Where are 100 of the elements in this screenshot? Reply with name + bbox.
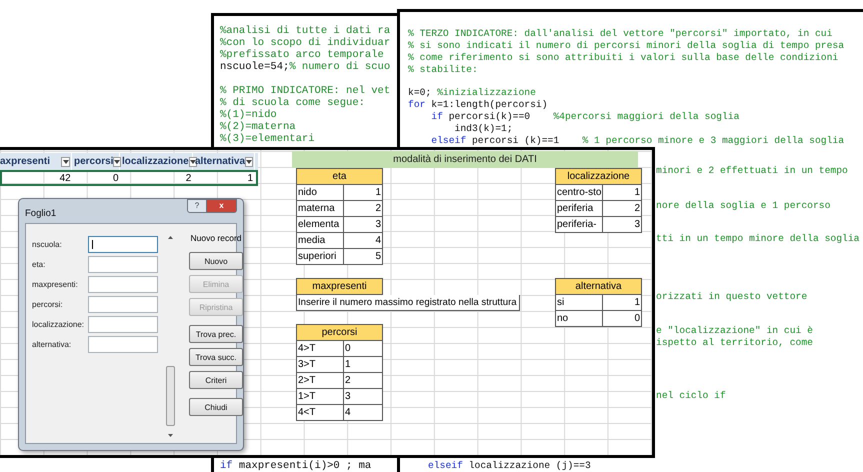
code-line: % come riferimento si sono attribuiti i valori sulla base delle condizioni xyxy=(408,52,840,64)
field-label: alternativa: xyxy=(32,339,72,351)
code-line: elseif localizzazione (j)==3 xyxy=(428,460,591,472)
code-line: %con lo scopo di individuar xyxy=(220,37,392,49)
table-cell: 4 xyxy=(344,233,383,249)
table-cell: 1 xyxy=(344,357,383,373)
table-cell: 3 xyxy=(603,217,642,233)
code-line: nel ciclo if xyxy=(656,390,726,402)
filter-dropdown-icon[interactable] xyxy=(61,156,70,166)
dialog-button[interactable]: Nuovo xyxy=(189,252,243,270)
code-line: %(3)=elementari xyxy=(220,133,316,145)
code-line: minori e 2 effettuati in un tempo xyxy=(656,165,848,177)
table-header: maxpresenti xyxy=(296,278,383,295)
code-line: nscuole=54;% numero di scuo xyxy=(220,61,392,73)
field-label: nscuola: xyxy=(32,239,63,251)
table-header: percorsi xyxy=(296,324,383,341)
table-cell: 2 xyxy=(344,201,383,217)
input-field[interactable] xyxy=(88,276,158,293)
table-cell: materna xyxy=(296,201,344,217)
table-cell: 1 xyxy=(344,185,383,201)
table-header: alternativa xyxy=(555,278,642,295)
code-line: % si sono indicati il numero di percorsi minori della soglia di tempo presa xyxy=(408,40,846,52)
code-line: if percorsi(k)==0 %4percorsi maggiori della soglia xyxy=(430,111,740,123)
table-cell: 2 xyxy=(344,373,383,389)
code-line: % TERZO INDICATORE: dall'analisi del vettore "percorsi" importato, in cui xyxy=(408,28,834,40)
table-cell: 1>T xyxy=(296,389,344,405)
table-cell: 2 xyxy=(603,201,642,217)
dialog-button[interactable]: Trova prec. xyxy=(189,325,243,343)
field-label: percorsi: xyxy=(32,299,64,311)
help-button[interactable]: ? xyxy=(187,199,207,213)
filter-dropdown-icon[interactable] xyxy=(113,156,122,166)
code-line: %analisi di tutte i dati ra xyxy=(220,25,392,37)
dialog-button[interactable]: Criteri xyxy=(189,371,243,389)
table-cell: Inserire il numero massimo registrato nella struttura xyxy=(296,295,520,311)
column-header: axpresenti xyxy=(0,156,50,167)
code-line: if maxpresenti(i)>0 ; ma xyxy=(220,460,372,472)
table-cell: 2>T xyxy=(296,373,344,389)
filter-dropdown-icon[interactable] xyxy=(245,156,254,166)
table-cell: elementa xyxy=(296,217,344,233)
table-cell: 3 xyxy=(344,217,383,233)
scroll-down-icon[interactable] xyxy=(168,434,173,437)
table-cell: 4 xyxy=(344,405,383,421)
record-status: Nuovo record xyxy=(190,233,242,243)
code-line: % stabilite: xyxy=(408,64,479,76)
table-cell: media xyxy=(296,233,344,249)
field-label: maxpresenti: xyxy=(32,279,79,291)
code-line: for k=1:length(percorsi) xyxy=(408,99,549,111)
code-line: elseif percorsi (k)==1 % 1 percorso minore e 3 maggiori della soglia xyxy=(430,135,846,147)
code-line: % di scuola come segue: xyxy=(220,97,366,109)
table-cell-text: 2 xyxy=(184,172,192,184)
filter-dropdown-icon[interactable] xyxy=(188,156,197,166)
table-cell: 0 xyxy=(603,311,642,327)
table-cell: 5 xyxy=(344,249,383,265)
table-cell: no xyxy=(555,311,603,327)
input-field[interactable] xyxy=(88,236,158,253)
table-cell: 1 xyxy=(603,185,642,201)
table-cell: periferia- xyxy=(555,217,603,233)
code-line: k=0; %inizializzazione xyxy=(408,87,537,99)
code-line: nore della soglia e 1 percorso xyxy=(656,200,830,212)
table-cell: 0 xyxy=(344,341,383,357)
code-line: % PRIMO INDICATORE: nel vet xyxy=(220,85,392,97)
close-button[interactable]: x xyxy=(207,199,237,213)
column-header: percorsi xyxy=(74,156,114,167)
table-cell: 4<T xyxy=(296,405,344,421)
table-cell: centro-sto xyxy=(555,185,603,201)
table-cell: superiori xyxy=(296,249,344,265)
scroll-up-icon[interactable] xyxy=(168,236,173,239)
table-cell-text: 42 xyxy=(58,172,72,184)
code-line: orizzati in questo vettore xyxy=(656,291,808,303)
input-field[interactable] xyxy=(88,316,158,333)
column-header: alternativa xyxy=(195,156,246,167)
table-row[interactable]: 42 0 2 1 xyxy=(0,170,258,186)
code-line: %prefissato arco temporale xyxy=(220,49,385,61)
table-cell: 1 xyxy=(603,295,642,311)
table-header: eta xyxy=(296,168,383,185)
column-header: localizzazione xyxy=(122,156,189,167)
code-line: ispetto al territorio, come xyxy=(656,337,813,349)
code-line: ind3(k)=1; xyxy=(454,123,514,135)
dialog-button[interactable]: Trova succ. xyxy=(189,348,243,366)
table-cell: 4>T xyxy=(296,341,344,357)
field-label: eta: xyxy=(32,259,46,271)
input-field[interactable] xyxy=(88,296,158,313)
table-cell: nido xyxy=(296,185,344,201)
code-line: %(2)=materna xyxy=(220,121,297,133)
field-label: localizzazione: xyxy=(32,319,86,331)
input-field[interactable] xyxy=(88,256,158,273)
table-cell: 3 xyxy=(344,389,383,405)
table-cell: periferia xyxy=(555,201,603,217)
table-cell-text: 0 xyxy=(112,172,120,184)
dialog-title: Foglio1 xyxy=(25,208,56,219)
code-line: %(1)=nido xyxy=(220,109,278,121)
table-cell: 3>T xyxy=(296,357,344,373)
code-line: tti in un tempo minore della soglia xyxy=(656,233,860,245)
table-cell: si xyxy=(555,295,603,311)
code-line: e "localizzazione" in cui è xyxy=(656,325,813,337)
banner-title: modalità di inserimento dei DATI xyxy=(292,151,638,168)
input-field[interactable] xyxy=(88,336,158,353)
table-header: localizzazione xyxy=(555,168,642,185)
dialog-button[interactable]: Chiudi xyxy=(189,398,243,416)
table-cell-text: 1 xyxy=(246,172,254,184)
